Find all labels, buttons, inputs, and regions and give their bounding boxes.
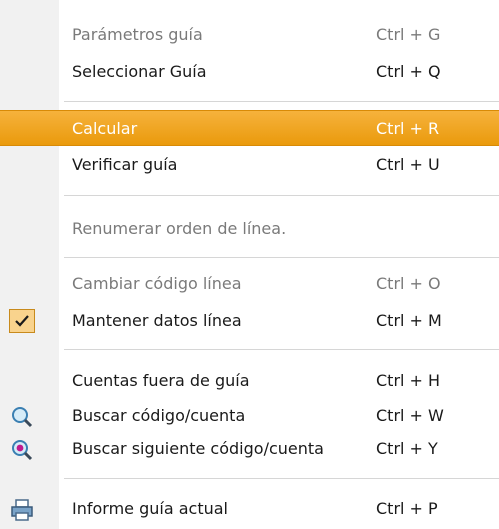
menu-item-cuentas-fuera[interactable]: Cuentas fuera de guía Ctrl + H <box>0 363 499 399</box>
menu-item-label: Renumerar orden de línea. <box>72 219 287 238</box>
menu-separator <box>64 257 499 258</box>
menu-item-seleccionar-guia[interactable]: Seleccionar Guía Ctrl + Q <box>0 54 499 90</box>
menu-item-renumerar-orden[interactable]: Renumerar orden de línea. <box>0 211 499 247</box>
menu-item-label: Seleccionar Guía <box>72 62 207 81</box>
magnifier-icon <box>12 407 33 428</box>
menu-item-cambiar-codigo[interactable]: Cambiar código línea Ctrl + O <box>0 266 499 302</box>
menu-item-shortcut: Ctrl + W <box>376 406 444 425</box>
menu-item-label: Buscar siguiente código/cuenta <box>72 439 324 458</box>
menu-item-label: Cambiar código línea <box>72 274 242 293</box>
menu-item-shortcut: Ctrl + P <box>376 499 438 518</box>
menu-item-label: Parámetros guía <box>72 25 203 44</box>
menu-item-informe-guia[interactable]: Informe guía actual Ctrl + P <box>0 491 499 527</box>
menu-item-label: Mantener datos línea <box>72 311 242 330</box>
menu-item-mantener-datos[interactable]: Mantener datos línea Ctrl + M <box>0 303 499 339</box>
menu-item-label: Verificar guía <box>72 155 178 174</box>
printer-icon <box>11 499 33 521</box>
menu-item-shortcut: Ctrl + M <box>376 311 442 330</box>
menu-item-shortcut: Ctrl + R <box>376 119 440 138</box>
menu-item-label: Calcular <box>72 119 138 138</box>
menu-item-shortcut: Ctrl + U <box>376 155 440 174</box>
menu-item-shortcut: Ctrl + Q <box>376 62 441 81</box>
context-menu: Parámetros guía Ctrl + G Seleccionar Guí… <box>0 0 499 529</box>
menu-separator <box>64 195 499 196</box>
menu-separator <box>64 349 499 350</box>
menu-item-label: Cuentas fuera de guía <box>72 371 250 390</box>
menu-separator <box>64 478 499 479</box>
menu-item-shortcut: Ctrl + H <box>376 371 441 390</box>
menu-item-calcular[interactable]: Calcular Ctrl + R <box>0 110 499 146</box>
menu-item-parametros-guia[interactable]: Parámetros guía Ctrl + G <box>0 17 499 53</box>
menu-separator <box>64 101 499 102</box>
menu-item-shortcut: Ctrl + O <box>376 274 441 293</box>
menu-item-verificar-guia[interactable]: Verificar guía Ctrl + U <box>0 147 499 183</box>
menu-item-label: Informe guía actual <box>72 499 228 518</box>
menu-item-buscar-siguiente[interactable]: Buscar siguiente código/cuenta Ctrl + Y <box>0 431 499 467</box>
menu-item-label: Buscar código/cuenta <box>72 406 246 425</box>
checkmark-icon <box>9 309 35 333</box>
menu-item-shortcut: Ctrl + Y <box>376 439 438 458</box>
menu-item-shortcut: Ctrl + G <box>376 25 441 44</box>
magnifier-next-icon <box>12 440 33 461</box>
menu-item-buscar-codigo[interactable]: Buscar código/cuenta Ctrl + W <box>0 398 499 434</box>
